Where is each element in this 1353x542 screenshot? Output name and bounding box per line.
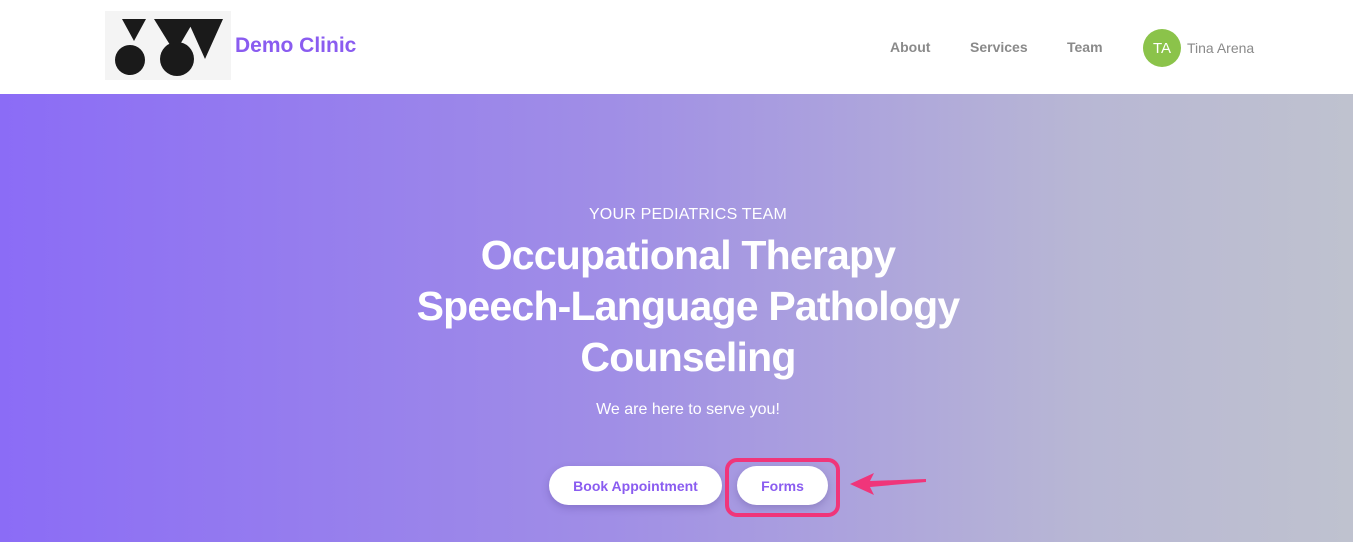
hero-title-line: Speech-Language Pathology xyxy=(416,283,961,329)
forms-highlight-box xyxy=(725,458,840,517)
avatar[interactable]: TA xyxy=(1143,29,1181,67)
left-arrow-icon xyxy=(848,471,928,502)
hero-section: YOUR PEDIATRICS TEAM Occupational Therap… xyxy=(0,94,1353,542)
hero-title: Occupational Therapy Speech-Language Pat… xyxy=(0,230,1353,383)
hero-title-line: Occupational Therapy xyxy=(480,232,896,278)
nav-link-about[interactable]: About xyxy=(890,39,930,55)
hero-subtitle: We are here to serve you! xyxy=(596,401,780,418)
brand-name[interactable]: Demo Clinic xyxy=(235,34,356,58)
hero-kicker: YOUR PEDIATRICS TEAM xyxy=(588,206,788,223)
nav-link-services[interactable]: Services xyxy=(970,39,1028,55)
hero-title-line: Counseling xyxy=(580,334,796,380)
nav-link-team[interactable]: Team xyxy=(1067,39,1103,55)
top-navbar: Demo Clinic About Services Team TA Tina … xyxy=(0,0,1353,94)
user-name[interactable]: Tina Arena xyxy=(1187,40,1254,56)
book-appointment-button[interactable]: Book Appointment xyxy=(549,466,722,505)
clinic-logo-icon[interactable] xyxy=(105,11,231,80)
